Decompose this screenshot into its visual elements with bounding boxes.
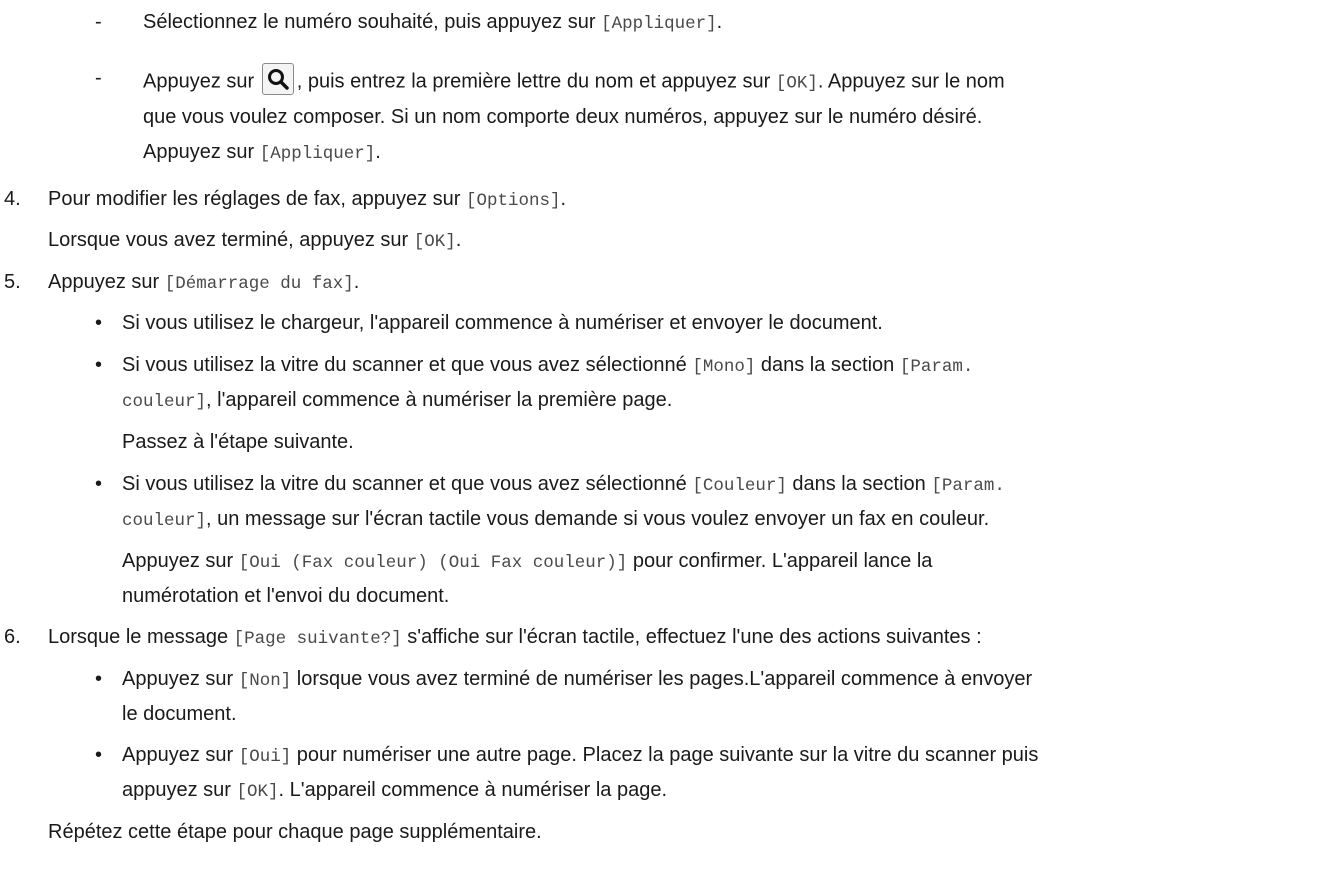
step6-bullet-yes-line-2: appuyez sur [OK]. L'appareil commence à …: [122, 779, 667, 802]
search-button-icon: [261, 63, 294, 95]
step6-bullet-no-line-2: le document.: [122, 703, 237, 725]
ok-button-ref: [OK]: [775, 73, 818, 94]
bullet-marker: •: [95, 354, 103, 376]
color-setting-ref: couleur]: [122, 511, 207, 531]
mono-option-ref: [Mono]: [692, 357, 756, 377]
color-setting-ref: [Param.: [899, 357, 974, 377]
step5-bullet-mono-line-2: couleur], l'appareil commence à numérise…: [122, 389, 673, 412]
yes-color-fax-button-ref: [Oui (Fax couleur) (Oui Fax couleur)]: [238, 553, 628, 573]
step5-line: Appuyez sur [Démarrage du fax].: [48, 271, 360, 294]
step5-bullet-color: Si vous utilisez la vitre du scanner et …: [122, 473, 1005, 496]
step4-line: Pour modifier les réglages de fax, appuy…: [48, 188, 567, 211]
color-setting-ref: [Param.: [931, 476, 1005, 496]
next-page-message-ref: [Page suivante?]: [233, 629, 402, 649]
step-number: 6.: [4, 626, 21, 648]
ok-button-ref: [OK]: [236, 782, 279, 802]
step6-bullet-yes: Appuyez sur [Oui] pour numériser une aut…: [122, 744, 1039, 767]
step6-line: Lorsque le message [Page suivante?] s'af…: [48, 626, 982, 649]
step-number: 5.: [4, 271, 21, 293]
step-number: 4.: [4, 188, 21, 210]
step5-next-step-note: Passez à l'étape suivante.: [122, 431, 354, 453]
dash-marker: -: [95, 11, 102, 33]
color-option-ref: [Couleur]: [692, 476, 787, 496]
no-button-ref: [Non]: [238, 671, 292, 691]
start-fax-button-ref: [Démarrage du fax]: [164, 274, 354, 294]
apply-button-ref: [Appliquer]: [259, 144, 376, 164]
step3-search-line: Appuyez sur , puis entrez la première le…: [143, 63, 1005, 98]
apply-button-ref: [Appliquer]: [601, 14, 717, 34]
bullet-marker: •: [95, 473, 103, 495]
step5-bullet-mono: Si vous utilisez la vitre du scanner et …: [122, 354, 974, 377]
bullet-marker: •: [95, 312, 103, 334]
step3-select-number-line: Sélectionnez le numéro souhaité, puis ap…: [143, 11, 723, 34]
step5-confirm-line: Appuyez sur [Oui (Fax couleur) (Oui Fax …: [122, 550, 933, 573]
yes-button-ref: [Oui]: [238, 747, 292, 767]
step5-bullet-color-line-2: couleur], un message sur l'écran tactile…: [122, 508, 990, 531]
ok-button-ref: [OK]: [413, 232, 456, 252]
step5-confirm-line-2: numérotation et l'envoi du document.: [122, 585, 450, 607]
step4-line-2: Lorsque vous avez terminé, appuyez sur […: [48, 229, 462, 252]
options-button-ref: [Options]: [466, 191, 561, 211]
step6-bullet-no: Appuyez sur [Non] lorsque vous avez term…: [122, 668, 1033, 691]
step5-bullet-adf: Si vous utilisez le chargeur, l'appareil…: [122, 312, 883, 334]
bullet-marker: •: [95, 744, 103, 766]
step3-search-line-3: Appuyez sur [Appliquer].: [143, 141, 381, 164]
magnifier-icon: [267, 69, 289, 90]
color-setting-ref: couleur]: [122, 392, 207, 412]
step3-search-line-2: que vous voulez composer. Si un nom comp…: [143, 106, 983, 128]
bullet-marker: •: [95, 668, 103, 690]
step6-repeat-note: Répétez cette étape pour chaque page sup…: [48, 821, 542, 843]
dash-marker: -: [95, 67, 102, 89]
